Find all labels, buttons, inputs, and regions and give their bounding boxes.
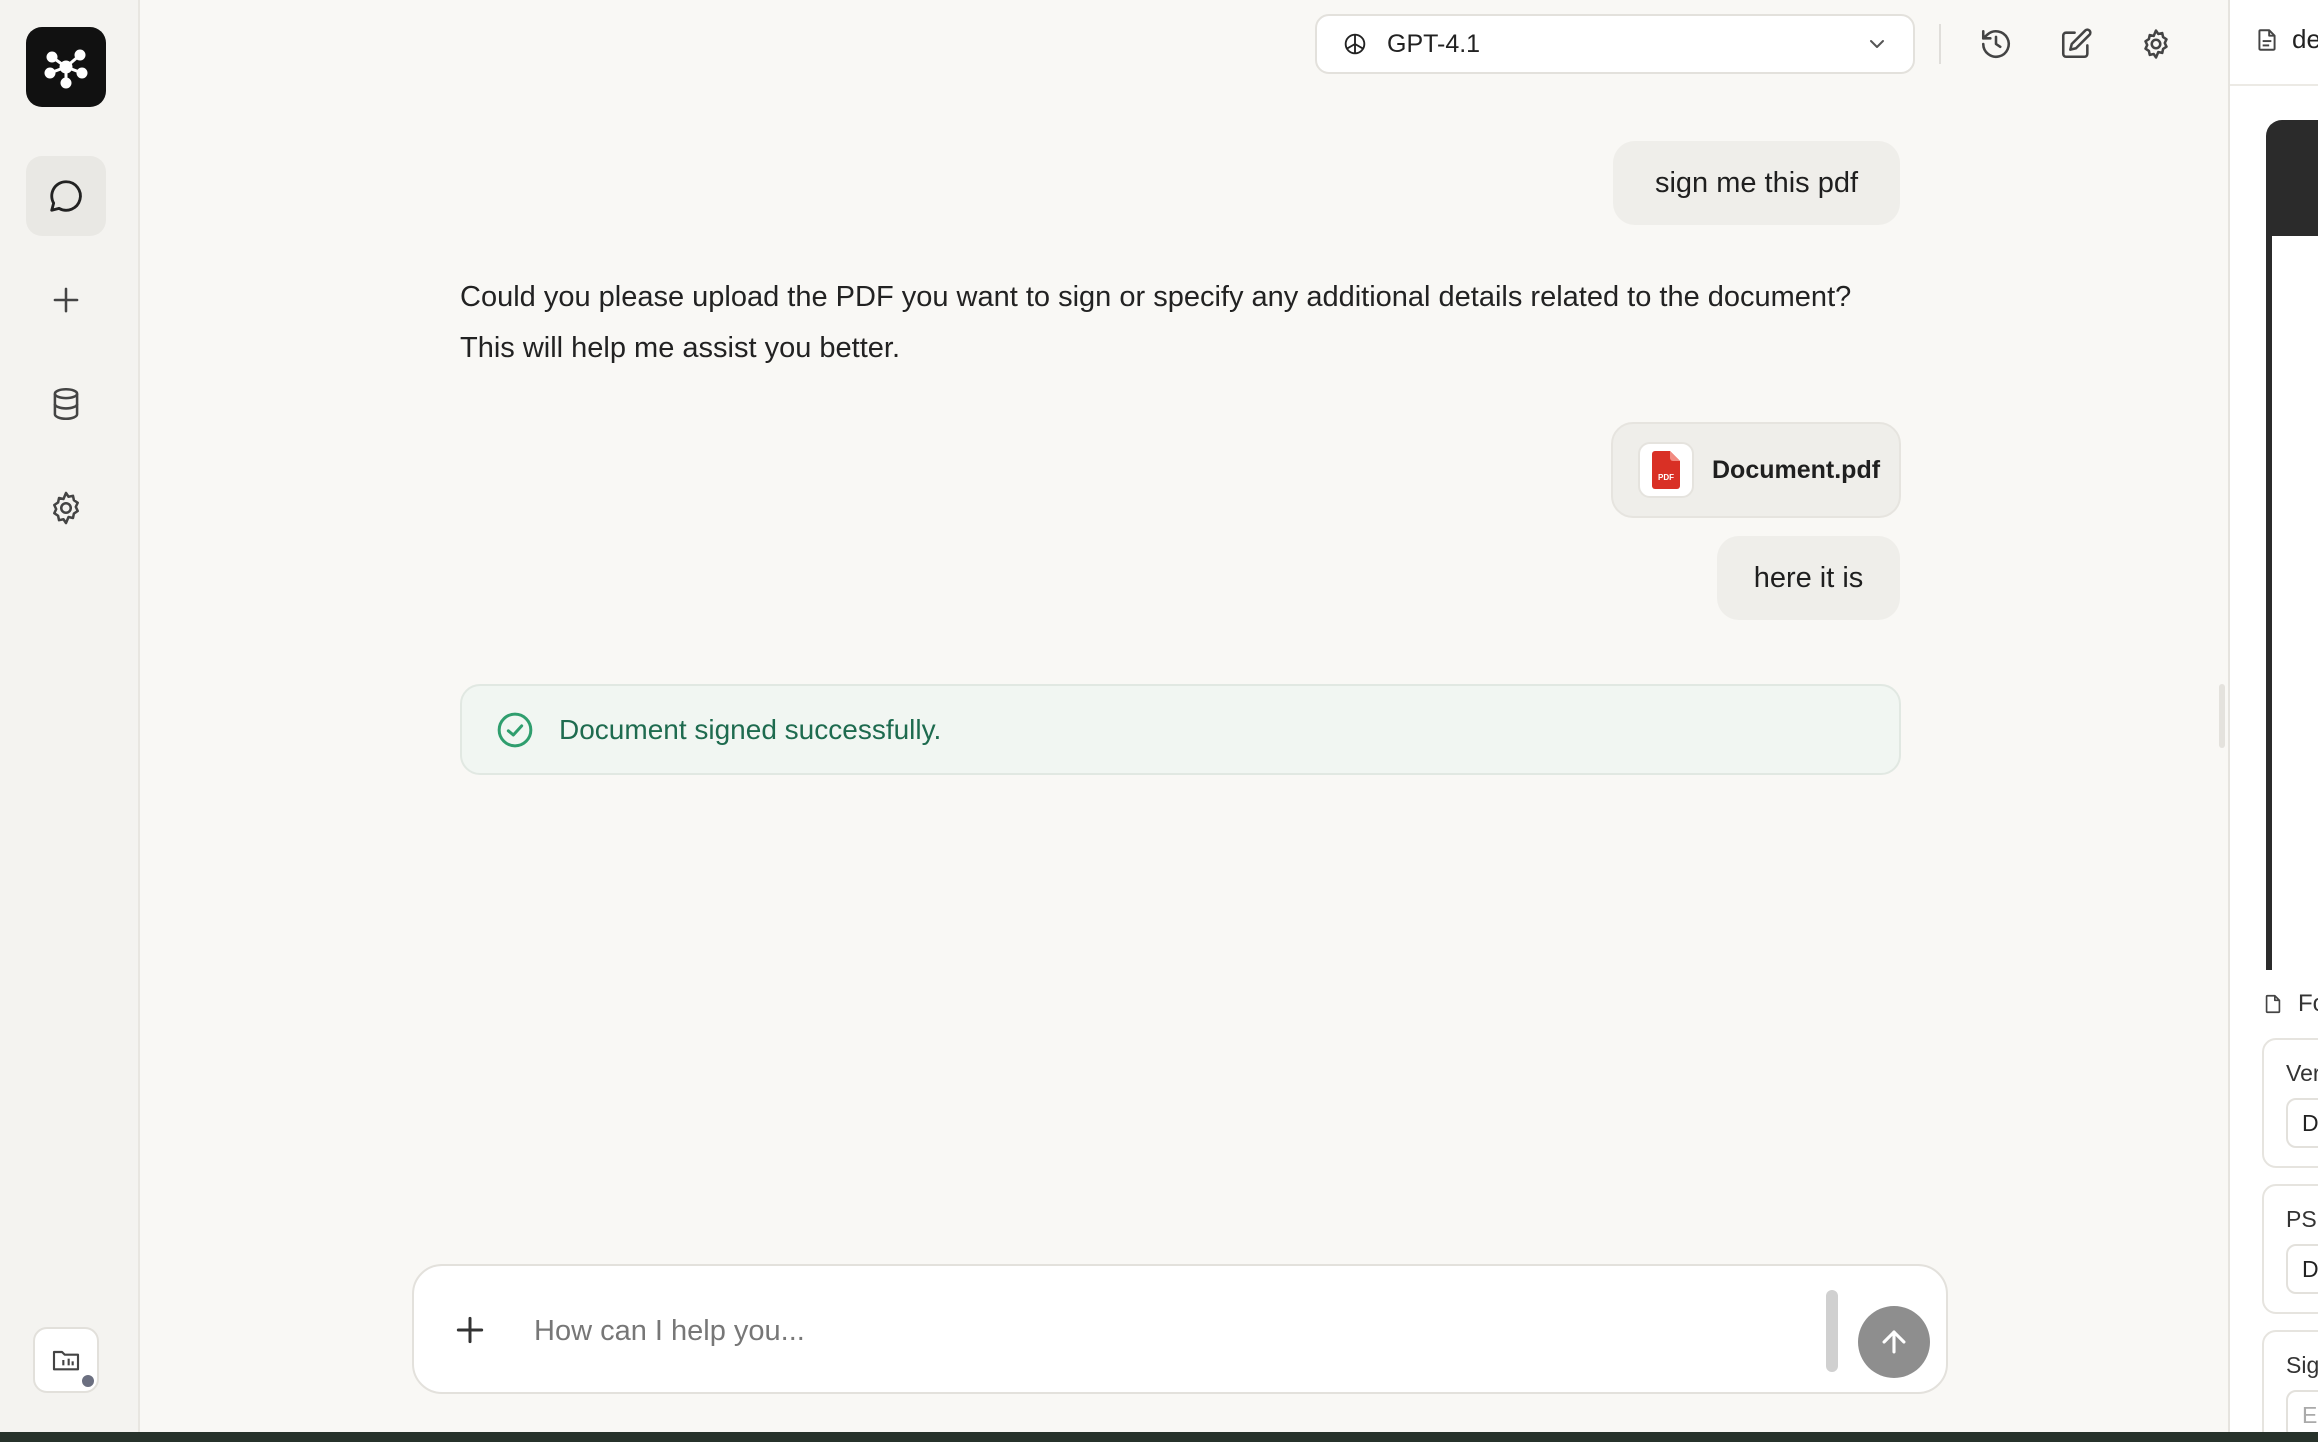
form-title-text: Fo: [2298, 990, 2318, 1017]
chat-bubble-icon: [50, 180, 82, 212]
message-input[interactable]: [534, 1306, 1614, 1356]
app-logo[interactable]: [26, 27, 106, 107]
field-input[interactable]: D: [2286, 1244, 2318, 1294]
field-label: Sig: [2286, 1352, 2318, 1378]
status-dot: [80, 1373, 96, 1389]
model-selector[interactable]: GPT-4.1: [1315, 14, 1915, 74]
history-button[interactable]: [1974, 22, 2018, 66]
database-icon: [53, 388, 79, 420]
database-nav-button[interactable]: [26, 364, 106, 444]
pdf-file-icon-wrap: PDF: [1638, 442, 1694, 498]
success-notice: Document signed successfully.: [460, 684, 1901, 775]
message-composer: [412, 1264, 1948, 1394]
toolbar-divider: [1939, 24, 1941, 64]
document-panel-title: de: [2292, 24, 2318, 54]
file-attachment[interactable]: PDF Document.pdf: [1611, 422, 1901, 518]
assistant-message: Could you please upload the PDF you want…: [460, 281, 1852, 364]
send-button[interactable]: [1858, 1306, 1930, 1378]
new-chat-button[interactable]: [26, 260, 106, 340]
sidebar: [0, 0, 140, 1432]
chat-nav-button[interactable]: [26, 156, 106, 236]
window-bottom-edge: [0, 1432, 2318, 1442]
form-field-card: Sig E: [2262, 1330, 2318, 1442]
settings-nav-button[interactable]: [26, 468, 106, 548]
gear-icon: [2144, 29, 2168, 59]
form-section-title: Fo: [2262, 990, 2318, 1018]
user-message-text: here it is: [1753, 561, 1864, 594]
pdf-preview[interactable]: [2266, 120, 2318, 970]
gear-icon: [53, 491, 79, 525]
document-icon: [2265, 994, 2281, 1014]
field-label: PSI: [2286, 1206, 2318, 1232]
document-panel-header: de: [2254, 24, 2318, 55]
edit-icon: [2061, 28, 2092, 59]
form-field-card: PSI D: [2262, 1184, 2318, 1314]
pdf-page: [2272, 236, 2318, 970]
model-name: GPT-4.1: [1387, 29, 1481, 58]
edit-button[interactable]: [2054, 22, 2098, 66]
openai-icon: [1344, 33, 1366, 55]
arrow-up-icon: [1882, 1330, 1906, 1354]
field-input[interactable]: D: [2286, 1098, 2318, 1148]
chevron-down-icon: [1870, 40, 1884, 48]
user-message-text: sign me this pdf: [1654, 166, 1859, 199]
file-name: Document.pdf: [1712, 455, 1881, 484]
user-message: sign me this pdf: [1613, 141, 1900, 225]
field-label: Ver: [2286, 1060, 2318, 1086]
svg-text:PDF: PDF: [1658, 473, 1674, 482]
plus-icon: [53, 287, 79, 313]
document-icon: [2258, 28, 2276, 51]
form-field-card: Ver D: [2262, 1038, 2318, 1168]
settings-button[interactable]: [2134, 22, 2178, 66]
workspace-button[interactable]: [33, 1327, 99, 1393]
attach-plus-icon[interactable]: [450, 1310, 490, 1350]
panel-resize-handle[interactable]: [2219, 684, 2225, 748]
document-panel: de Fo Ver D PSI D Sig E: [2228, 0, 2318, 1442]
history-icon: [1981, 29, 2011, 59]
check-circle-icon: [497, 712, 533, 747]
pdf-icon: PDF: [1652, 451, 1680, 489]
user-message: here it is: [1717, 536, 1900, 620]
panel-divider: [2230, 84, 2318, 86]
input-scrollbar[interactable]: [1826, 1290, 1838, 1372]
folder-chart-icon: [52, 1350, 80, 1371]
success-message: Document signed successfully.: [559, 713, 942, 745]
logo-icon: [44, 49, 88, 89]
